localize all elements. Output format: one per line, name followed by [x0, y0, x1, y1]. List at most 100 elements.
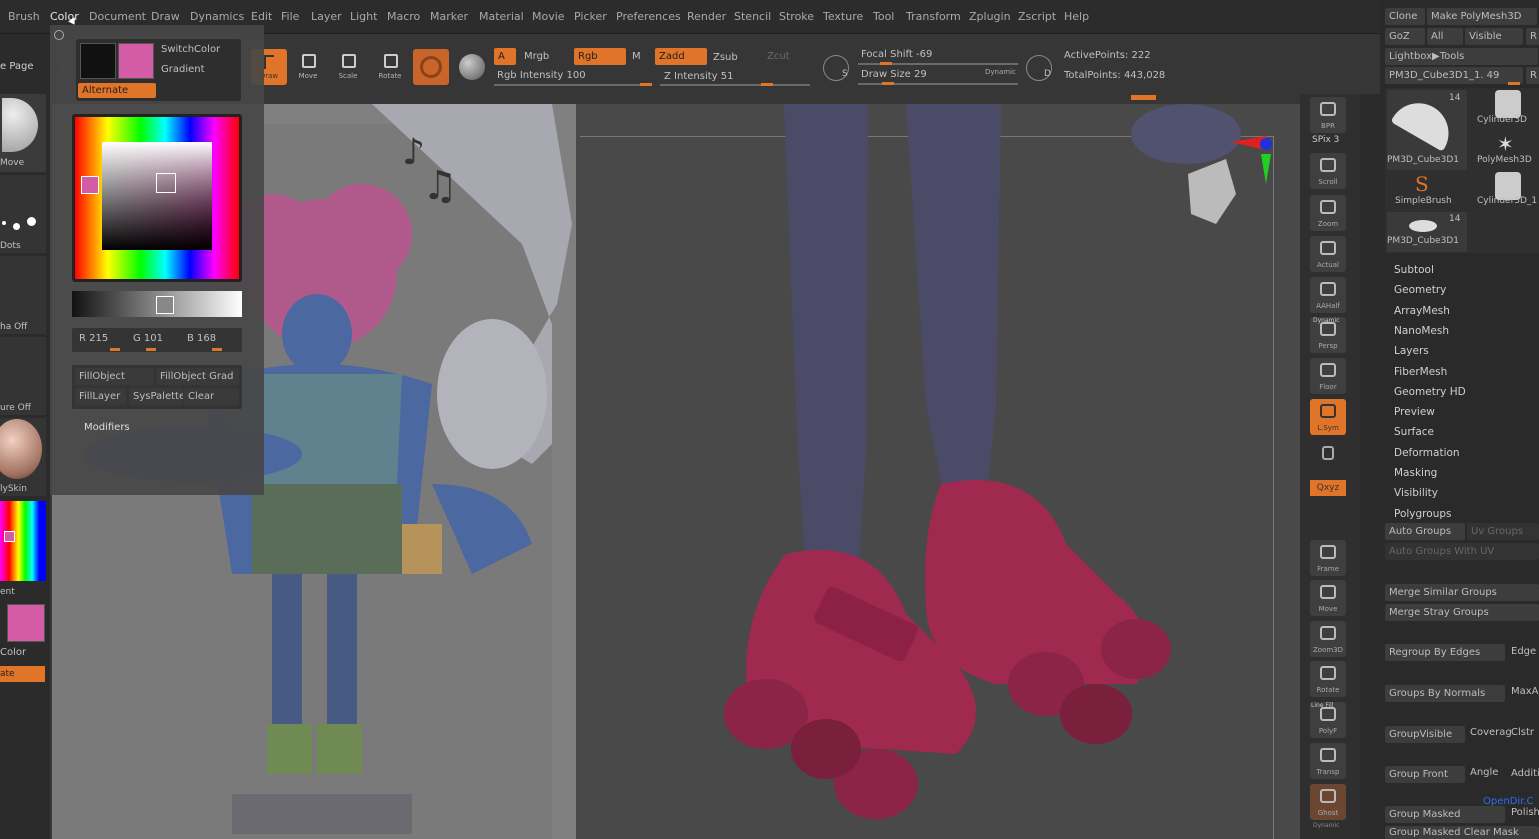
- menu-transform[interactable]: Transform: [906, 10, 961, 23]
- rotate-button[interactable]: Rotate: [372, 49, 408, 85]
- subpalette-visibility[interactable]: Visibility: [1394, 487, 1438, 499]
- menu-zplugin[interactable]: Zplugin: [969, 10, 1011, 23]
- move-view-button[interactable]: Move: [1310, 580, 1346, 616]
- menu-render[interactable]: Render: [687, 10, 726, 23]
- menu-light[interactable]: Light: [350, 10, 377, 23]
- g-knob[interactable]: [146, 348, 156, 351]
- draw-size-knob[interactable]: [882, 82, 894, 85]
- r-button[interactable]: R: [1526, 28, 1539, 45]
- fill-object-grad-button[interactable]: FillObject Grad: [156, 368, 239, 385]
- menu-file[interactable]: File: [281, 10, 299, 23]
- menu-stencil[interactable]: Stencil: [734, 10, 771, 23]
- r-field[interactable]: R 215: [79, 333, 108, 344]
- value-slider[interactable]: [72, 291, 242, 317]
- dynamic-button[interactable]: Dynamic: [985, 68, 1016, 76]
- subpalette-nanomesh[interactable]: NanoMesh: [1394, 325, 1449, 337]
- group-visible-button[interactable]: GroupVisible: [1385, 726, 1465, 743]
- fill-layer-button[interactable]: FillLayer: [75, 388, 126, 405]
- merge-stray-button[interactable]: Merge Stray Groups: [1385, 604, 1539, 621]
- subpalette-preview[interactable]: Preview: [1394, 406, 1435, 418]
- lock-button[interactable]: [1310, 440, 1346, 476]
- clstr-slider[interactable]: Clstr: [1511, 727, 1535, 738]
- menu-edit[interactable]: Edit: [251, 10, 272, 23]
- bpr-button[interactable]: BPR: [1310, 97, 1346, 133]
- actual-button[interactable]: Actual: [1310, 236, 1346, 272]
- menu-document[interactable]: Document: [89, 10, 146, 23]
- regroup-edges-button[interactable]: Regroup By Edges: [1385, 644, 1505, 661]
- make-polymesh-button[interactable]: Make PolyMesh3D: [1427, 8, 1537, 25]
- main-color-swatch-popup[interactable]: [118, 43, 154, 79]
- b-knob[interactable]: [212, 348, 222, 351]
- a-button[interactable]: A: [494, 48, 516, 65]
- menu-picker[interactable]: Picker: [574, 10, 607, 23]
- angle-slider[interactable]: Angle: [1470, 767, 1498, 778]
- rgb-intensity-track[interactable]: [494, 84, 650, 86]
- menu-stroke[interactable]: Stroke: [779, 10, 814, 23]
- 3d-model-skates[interactable]: [576, 104, 1300, 839]
- frame-button[interactable]: Frame: [1310, 540, 1346, 576]
- subpalette-polygroups[interactable]: Polygroups: [1394, 508, 1451, 520]
- main-color-swatch[interactable]: [7, 604, 45, 642]
- group-masked-clear-button[interactable]: Group Masked Clear Mask: [1385, 826, 1539, 839]
- texture-thumb[interactable]: ure Off: [0, 337, 46, 415]
- menu-tool[interactable]: Tool: [873, 10, 894, 23]
- all-button[interactable]: All: [1427, 28, 1463, 45]
- rgb-intensity-knob[interactable]: [640, 83, 652, 86]
- modifiers-section[interactable]: Modifiers: [84, 422, 130, 433]
- xyz-button[interactable]: Qxyz: [1310, 480, 1346, 496]
- tool-thumb-pm3d-cube[interactable]: 14 PM3D_Cube3D1: [1387, 90, 1467, 170]
- menu-help[interactable]: Help: [1064, 10, 1089, 23]
- move-button[interactable]: Move: [290, 49, 326, 85]
- alternate-button[interactable]: ate: [0, 666, 45, 682]
- clone-button[interactable]: Clone: [1385, 8, 1425, 25]
- menu-brush[interactable]: Brush: [8, 10, 40, 23]
- refresh-icon[interactable]: [54, 30, 64, 40]
- material-button[interactable]: [413, 49, 449, 85]
- menu-dynamics[interactable]: Dynamics: [190, 10, 244, 23]
- stroke-thumb[interactable]: Dots: [0, 175, 46, 253]
- menu-preferences[interactable]: Preferences: [616, 10, 681, 23]
- menu-material[interactable]: Material: [479, 10, 524, 23]
- saturation-square[interactable]: [102, 142, 212, 250]
- z-intensity-knob[interactable]: [761, 83, 773, 86]
- subpalette-layers[interactable]: Layers: [1394, 345, 1429, 357]
- zcut-button[interactable]: Zcut: [767, 51, 790, 62]
- r2-button[interactable]: R: [1526, 67, 1539, 84]
- menu-zscript[interactable]: Zscript: [1018, 10, 1056, 23]
- menu-movie[interactable]: Movie: [532, 10, 565, 23]
- zsub-button[interactable]: Zsub: [713, 52, 738, 63]
- subpalette-deformation[interactable]: Deformation: [1394, 447, 1460, 459]
- subpalette-fibermesh[interactable]: FiberMesh: [1394, 366, 1447, 378]
- zoom3d-button[interactable]: Zoom3D: [1310, 621, 1346, 657]
- transp-button[interactable]: Transp: [1310, 743, 1346, 779]
- uv-groups-button[interactable]: Uv Groups: [1467, 523, 1539, 540]
- focal-shift-knob[interactable]: [880, 62, 892, 65]
- sphere-icon[interactable]: [459, 54, 485, 80]
- tool-thumb-simplebrush[interactable]: S SimpleBrush: [1387, 172, 1467, 210]
- mrgb-button[interactable]: Mrgb: [524, 51, 549, 62]
- edge-slider[interactable]: Edge: [1511, 646, 1536, 657]
- mini-color-picker[interactable]: [0, 501, 46, 581]
- goz-button[interactable]: GoZ: [1385, 28, 1425, 45]
- sys-palette-button[interactable]: SysPalette: [129, 388, 183, 405]
- switch-color-button[interactable]: SwitchColor: [161, 44, 220, 55]
- value-knob[interactable]: [156, 296, 174, 314]
- tool-thumb-cylinder-1[interactable]: Cylinder3D_1: [1477, 172, 1539, 210]
- g-field[interactable]: G 101: [133, 333, 163, 344]
- tool-thumb-polymesh[interactable]: ✶ PolyMesh3D: [1477, 132, 1537, 170]
- rgb-button[interactable]: Rgb: [574, 48, 626, 65]
- floor-button[interactable]: Floor: [1310, 358, 1346, 394]
- menu-texture[interactable]: Texture: [823, 10, 863, 23]
- alpha-thumb[interactable]: ha Off: [0, 256, 46, 334]
- alternate-popup-button[interactable]: Alternate: [78, 83, 156, 98]
- aahalf-button[interactable]: AAHalf: [1310, 277, 1346, 313]
- color-picker[interactable]: [72, 114, 242, 282]
- additive-slider[interactable]: Additi: [1511, 768, 1539, 779]
- visible-button[interactable]: Visible: [1465, 28, 1523, 45]
- group-masked-button[interactable]: Group Masked: [1385, 806, 1505, 823]
- r-knob[interactable]: [110, 348, 120, 351]
- m-button[interactable]: M: [632, 51, 641, 62]
- focal-shift-slider[interactable]: Focal Shift -69: [861, 49, 932, 60]
- rgb-intensity-slider[interactable]: Rgb Intensity 100: [497, 70, 586, 81]
- subpalette-subtool[interactable]: Subtool: [1394, 264, 1434, 276]
